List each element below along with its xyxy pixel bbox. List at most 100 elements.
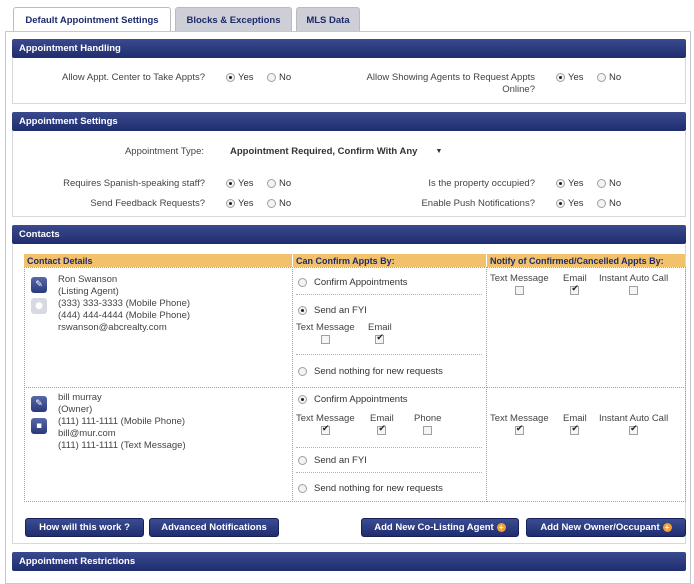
- appointment-restrictions-header: Appointment Restrictions: [12, 552, 686, 571]
- tab-blocks-exceptions[interactable]: Blocks & Exceptions: [175, 7, 292, 32]
- checkbox-label: Email: [563, 413, 587, 424]
- checkbox-icon: [377, 424, 387, 435]
- radio-label: Send nothing for new requests: [314, 483, 443, 494]
- contact1-notify-email[interactable]: Email: [563, 273, 587, 295]
- radio-label: No: [609, 178, 622, 189]
- allow-agents-no[interactable]: No: [597, 72, 621, 83]
- feedback-requests-yes[interactable]: Yes: [226, 198, 254, 209]
- radio-icon: [226, 73, 235, 82]
- radio-icon: [556, 179, 565, 188]
- feedback-requests-label: Send Feedback Requests?: [90, 198, 205, 209]
- radio-label: Yes: [568, 198, 584, 209]
- radio-icon: [226, 199, 235, 208]
- radio-icon: [226, 179, 235, 188]
- radio-label: No: [279, 72, 292, 83]
- tab-mls-data[interactable]: MLS Data: [296, 7, 360, 32]
- spanish-staff-no[interactable]: No: [267, 178, 291, 189]
- contact2-send-nothing[interactable]: Send nothing for new requests: [298, 483, 443, 494]
- contact2-confirm-email[interactable]: Email: [370, 413, 394, 435]
- radio-icon: [597, 73, 606, 82]
- contact2-confirm-text-message[interactable]: Text Message: [296, 413, 355, 435]
- button-label: Advanced Notifications: [161, 522, 267, 533]
- contact1-notify-text[interactable]: Text Message: [490, 273, 549, 295]
- contact1-fyi-text-message[interactable]: Text Message: [296, 322, 355, 344]
- contact1-confirm-appointments[interactable]: Confirm Appointments: [298, 277, 407, 288]
- allow-center-no[interactable]: No: [267, 72, 291, 83]
- radio-label: No: [609, 72, 622, 83]
- allow-agents-label: Allow Showing Agents to Request Appts On…: [366, 72, 535, 95]
- checkbox-label: Email: [563, 273, 587, 284]
- add-co-listing-agent-button[interactable]: Add New Co-Listing Agent +: [361, 518, 519, 537]
- allow-center-yes[interactable]: Yes: [226, 72, 254, 83]
- button-label: Add New Owner/Occupant: [540, 522, 660, 533]
- radio-icon: [267, 73, 276, 82]
- radio-label: No: [279, 178, 292, 189]
- radio-icon: [267, 179, 276, 188]
- push-notifications-yes[interactable]: Yes: [556, 198, 584, 209]
- checkbox-icon: [514, 286, 524, 295]
- contact1-send-fyi[interactable]: Send an FYI: [298, 305, 367, 316]
- contacts-header: Contacts: [12, 225, 686, 244]
- tab-default-appointment-settings[interactable]: Default Appointment Settings: [13, 7, 171, 32]
- radio-label: No: [609, 198, 622, 209]
- checkbox-icon: [570, 284, 580, 295]
- checkbox-label: Email: [368, 322, 392, 333]
- button-label: How will this work ?: [39, 522, 130, 533]
- radio-label: Yes: [238, 72, 254, 83]
- advanced-notifications-button[interactable]: Advanced Notifications: [149, 518, 279, 537]
- contact2-confirm-appointments[interactable]: Confirm Appointments: [298, 394, 407, 405]
- radio-icon: [556, 199, 565, 208]
- radio-icon: [556, 73, 565, 82]
- property-occupied-yes[interactable]: Yes: [556, 178, 584, 189]
- delete-contact2-button[interactable]: ▪: [31, 418, 47, 434]
- plus-icon: +: [496, 523, 506, 532]
- checkbox-icon: [514, 424, 524, 435]
- edit-contact1-button[interactable]: ✎: [31, 277, 47, 293]
- divider: [296, 447, 482, 448]
- checkbox-icon: [570, 424, 580, 435]
- checkbox-label: Text Message: [490, 273, 549, 284]
- divider: [296, 294, 482, 295]
- plus-icon: +: [662, 523, 672, 532]
- contact2-email: bill@mur.com: [58, 428, 116, 439]
- contact1-fyi-email[interactable]: Email: [368, 322, 392, 344]
- radio-icon: [298, 306, 307, 315]
- property-occupied-no[interactable]: No: [597, 178, 621, 189]
- radio-icon: [267, 199, 276, 208]
- radio-label: Send an FYI: [314, 305, 367, 316]
- contact1-phone2: (444) 444-4444 (Mobile Phone): [58, 310, 191, 321]
- col-contact-details: Contact Details: [24, 254, 292, 267]
- checkbox-label: Text Message: [490, 413, 549, 424]
- button-label: Add New Co-Listing Agent: [374, 522, 494, 533]
- contact1-notify-auto-call[interactable]: Instant Auto Call: [599, 273, 668, 295]
- contact2-confirm-phone[interactable]: Phone: [414, 413, 441, 435]
- add-owner-occupant-button[interactable]: Add New Owner/Occupant +: [526, 518, 686, 537]
- appointment-type-label: Appointment Type:: [124, 146, 204, 157]
- radio-icon: [597, 199, 606, 208]
- contact2-send-fyi[interactable]: Send an FYI: [298, 455, 367, 466]
- contact2-notify-email[interactable]: Email: [563, 413, 587, 435]
- pencil-icon: ✎: [35, 280, 43, 290]
- allow-agents-yes[interactable]: Yes: [556, 72, 584, 83]
- feedback-requests-no[interactable]: No: [267, 198, 291, 209]
- contact1-send-nothing[interactable]: Send nothing for new requests: [298, 366, 443, 377]
- spanish-staff-yes[interactable]: Yes: [226, 178, 254, 189]
- radio-label: Send nothing for new requests: [314, 366, 443, 377]
- contact2-notify-auto-call[interactable]: Instant Auto Call: [599, 413, 668, 435]
- radio-label: Yes: [238, 178, 254, 189]
- radio-label: No: [279, 198, 292, 209]
- contact2-name: bill murray: [58, 392, 102, 403]
- contact2-phone2: (111) 111-1111 (Text Message): [58, 440, 186, 451]
- contact2-notify-text[interactable]: Text Message: [490, 413, 549, 435]
- checkbox-label: Phone: [414, 413, 442, 424]
- spanish-staff-label: Requires Spanish-speaking staff?: [63, 178, 205, 189]
- edit-contact2-button[interactable]: ✎: [31, 396, 47, 412]
- contact2-phone1: (111) 111-1111 (Mobile Phone): [58, 416, 186, 427]
- radio-icon: [298, 367, 307, 376]
- how-will-this-work-button[interactable]: How will this work ?: [25, 518, 144, 537]
- checkbox-label: Email: [370, 413, 394, 424]
- radio-icon: [298, 278, 307, 287]
- push-notifications-no[interactable]: No: [597, 198, 621, 209]
- allow-center-label: Allow Appt. Center to Take Appts?: [62, 72, 205, 83]
- appointment-type-select[interactable]: Appointment Required, Confirm With Any ▼: [230, 146, 500, 157]
